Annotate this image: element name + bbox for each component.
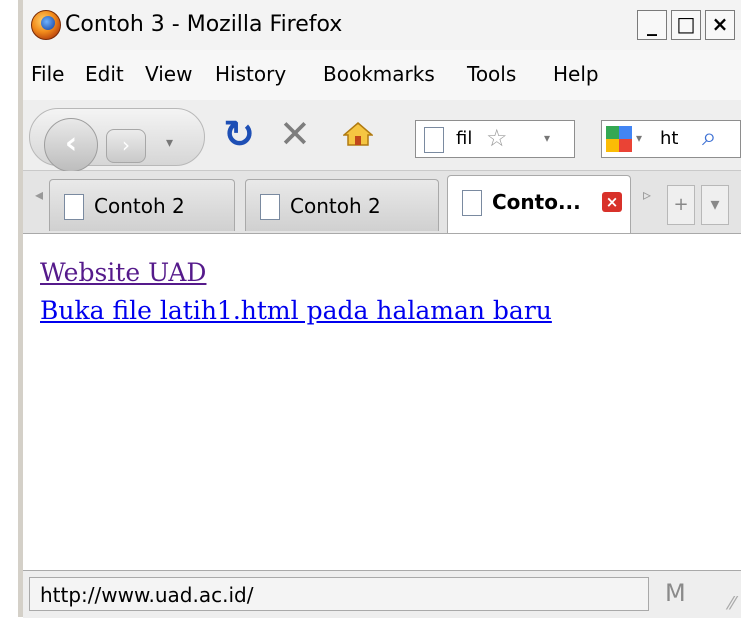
menu-file[interactable]: File	[31, 62, 64, 86]
list-all-tabs-button[interactable]: ▾	[701, 185, 729, 225]
google-search-engine-icon[interactable]	[606, 126, 632, 152]
status-bar: http://www.uad.ac.id/ M ⁄⁄	[23, 570, 741, 618]
tab-label: Conto...	[492, 190, 581, 214]
tab-scroll-left-icon[interactable]: ◂	[35, 185, 43, 204]
tab-scroll-right-icon[interactable]: ▹	[643, 185, 651, 204]
menu-bar: File Edit View History Bookmarks Tools H…	[23, 50, 741, 100]
page-icon	[462, 190, 482, 216]
link-website-uad[interactable]: Website UAD	[40, 258, 206, 287]
new-tab-button[interactable]: +	[667, 185, 695, 225]
minimize-button[interactable]: _	[637, 10, 667, 40]
tab-contoh-3-active[interactable]: Conto... ×	[447, 175, 631, 233]
page-icon	[424, 127, 444, 153]
firefox-logo-icon	[31, 10, 61, 40]
menu-edit[interactable]: Edit	[85, 62, 124, 86]
menu-help[interactable]: Help	[553, 62, 599, 86]
back-forward-group: ‹ › ▾	[29, 108, 205, 172]
close-window-button[interactable]: ×	[705, 10, 735, 40]
home-icon[interactable]	[343, 122, 373, 146]
status-field: http://www.uad.ac.id/	[29, 577, 649, 611]
back-button[interactable]: ‹	[44, 118, 98, 172]
tab-contoh-2-second[interactable]: Contoh 2	[245, 179, 439, 231]
title-bar: Contoh 3 - Mozilla Firefox _ □ ×	[23, 0, 741, 50]
url-dropdown-icon[interactable]: ▾	[544, 131, 550, 145]
window-controls: _ □ ×	[637, 10, 735, 40]
reload-icon[interactable]: ↻	[223, 114, 255, 154]
search-engine-dropdown-icon[interactable]: ▾	[636, 131, 642, 145]
history-dropdown-icon[interactable]: ▾	[166, 135, 173, 151]
forward-button[interactable]: ›	[106, 129, 146, 163]
page-content: Website UAD Buka file latih1.html pada h…	[23, 234, 741, 570]
page-icon	[64, 194, 84, 220]
menu-history[interactable]: History	[215, 62, 286, 86]
mail-notifier-icon[interactable]: M	[665, 579, 686, 607]
menu-view[interactable]: View	[145, 62, 192, 86]
tab-label: Contoh 2	[290, 194, 381, 218]
resize-grip-icon[interactable]: ⁄⁄	[729, 593, 735, 614]
close-tab-icon[interactable]: ×	[602, 192, 622, 212]
maximize-button[interactable]: □	[671, 10, 701, 40]
stop-icon[interactable]: ✕	[279, 114, 311, 154]
status-text: http://www.uad.ac.id/	[40, 583, 254, 607]
tab-label: Contoh 2	[94, 194, 185, 218]
url-bar[interactable]: fil ☆ ▾	[415, 120, 575, 158]
bookmark-star-icon[interactable]: ☆	[486, 124, 508, 152]
link-buka-file-latih1[interactable]: Buka file latih1.html pada halaman baru	[40, 296, 552, 325]
tab-bar: ◂ Contoh 2 Contoh 2 Conto... × ▹ + ▾	[23, 171, 741, 234]
navigation-toolbar: ‹ › ▾ ↻ ✕ fil ☆ ▾ ▾ ht ⌕	[23, 100, 741, 172]
search-bar[interactable]: ▾ ht ⌕	[601, 120, 741, 158]
firefox-window: Contoh 3 - Mozilla Firefox _ □ × File Ed…	[18, 0, 741, 618]
tab-contoh-2-first[interactable]: Contoh 2	[49, 179, 235, 231]
menu-bookmarks[interactable]: Bookmarks	[323, 62, 435, 86]
search-icon[interactable]: ⌕	[702, 122, 717, 153]
search-text[interactable]: ht	[660, 128, 678, 149]
page-icon	[260, 194, 280, 220]
url-text[interactable]: fil	[456, 128, 472, 149]
menu-tools[interactable]: Tools	[467, 62, 516, 86]
window-title: Contoh 3 - Mozilla Firefox	[65, 12, 343, 37]
